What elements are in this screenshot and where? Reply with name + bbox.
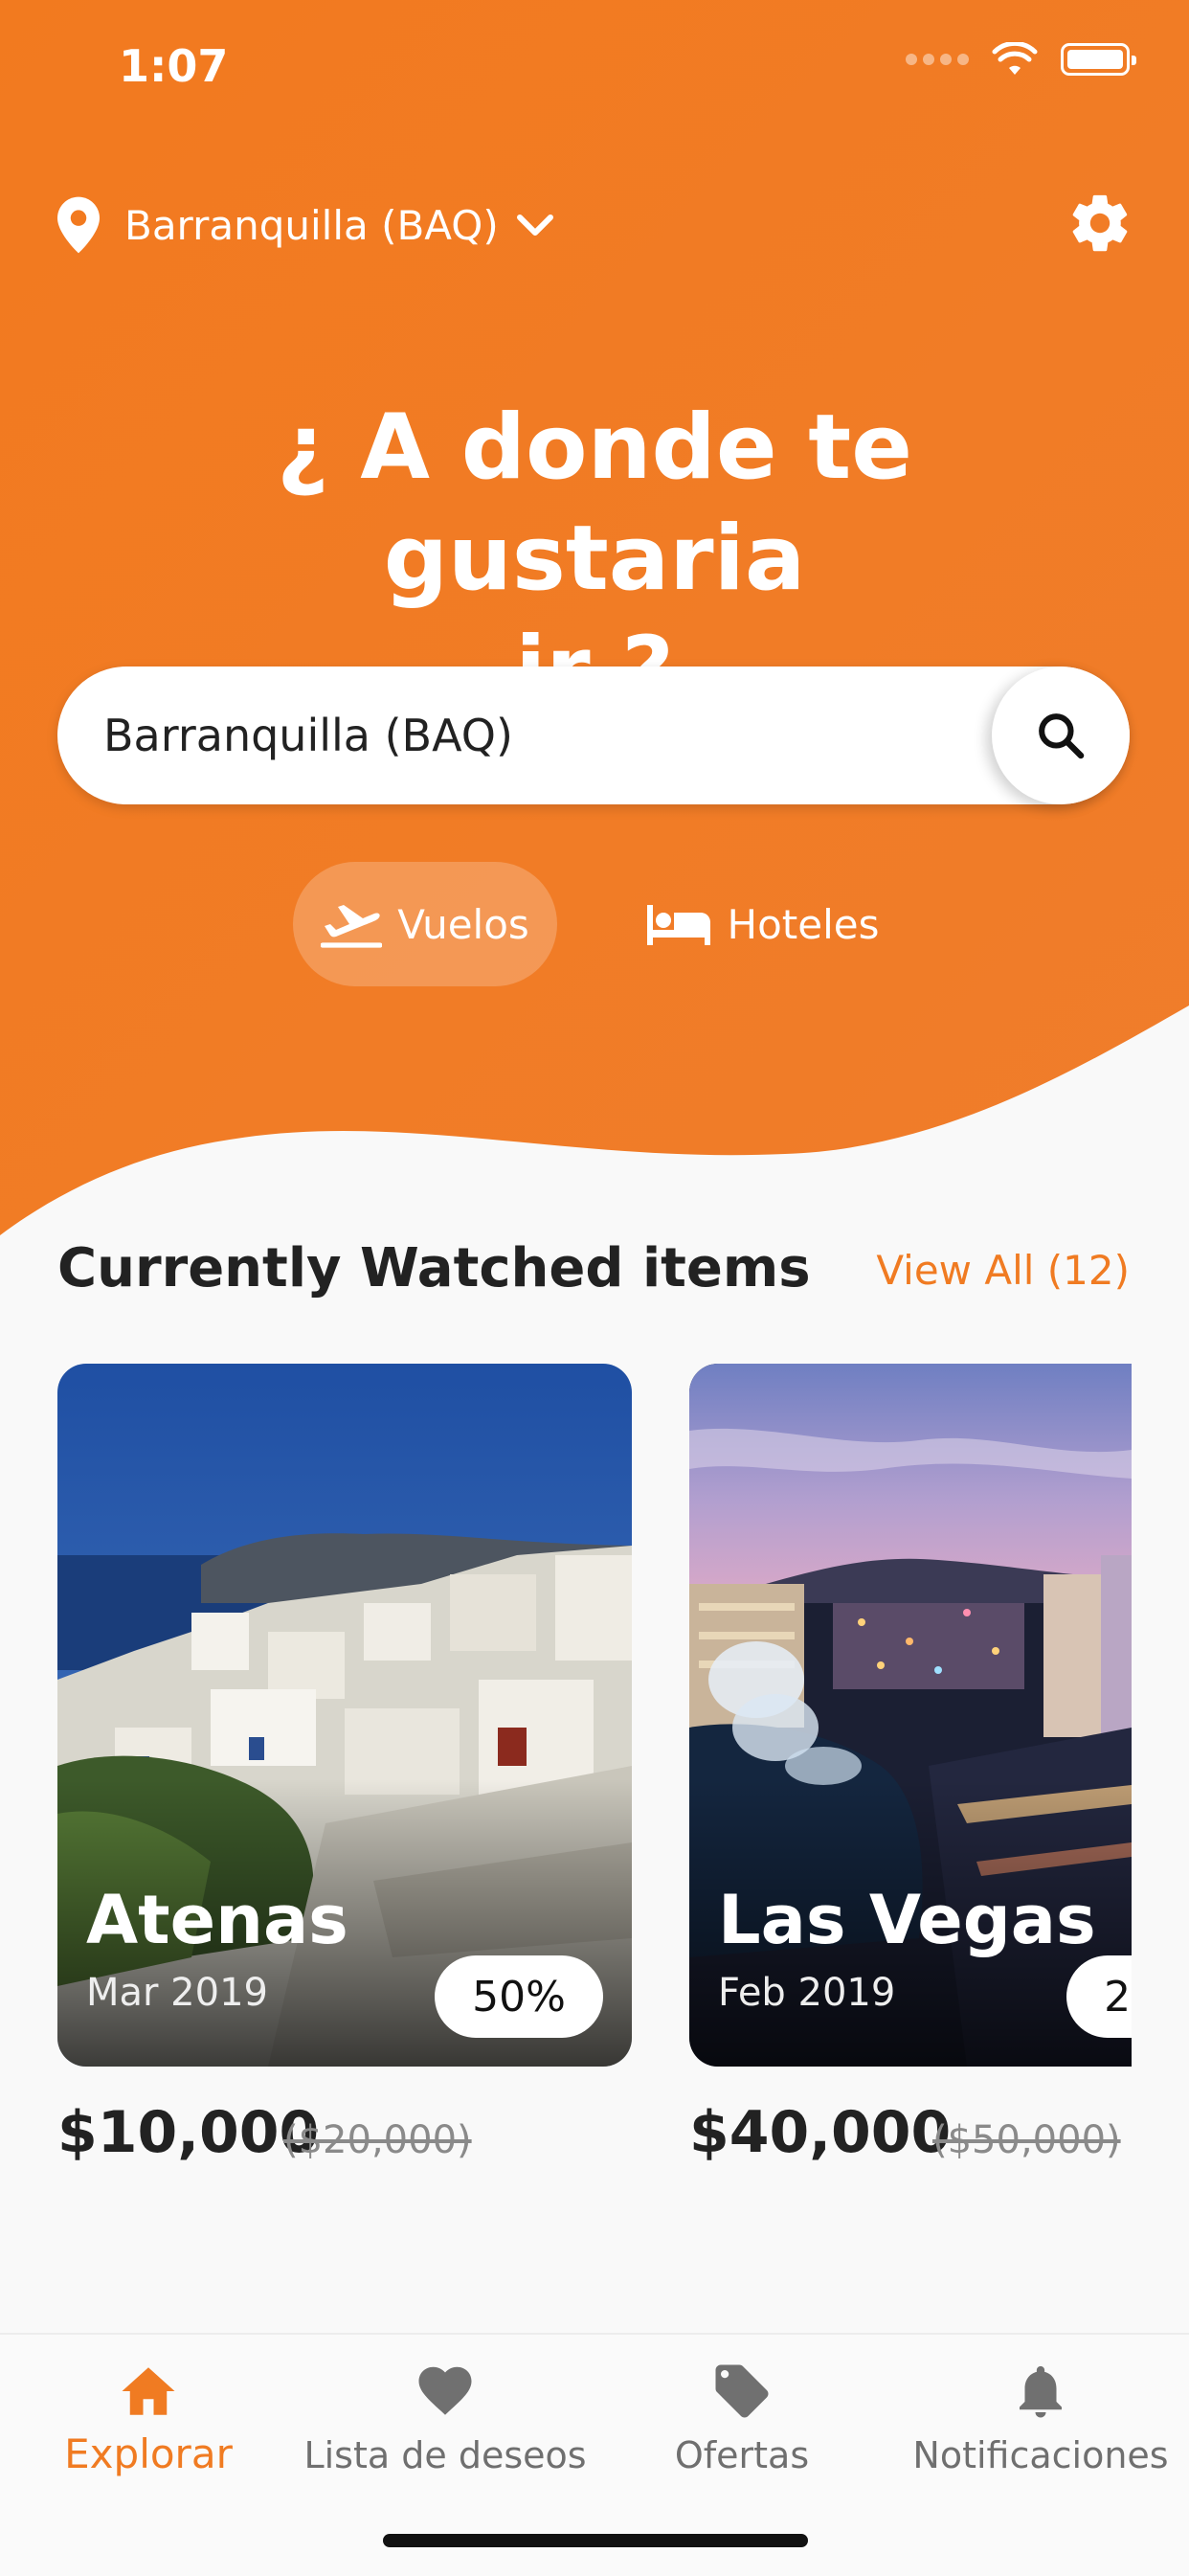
- status-time: 1:07: [119, 40, 229, 92]
- headline-line-1: ¿ A donde te gustaria: [277, 395, 912, 611]
- nav-notificaciones[interactable]: Notificaciones: [892, 2335, 1189, 2526]
- nav-ofertas[interactable]: Ofertas: [594, 2335, 890, 2526]
- chevron-down-icon: [516, 215, 553, 236]
- card-date: Feb 2019: [718, 1971, 896, 2015]
- settings-gear-icon[interactable]: [1066, 190, 1133, 257]
- nav-lista-de-deseos[interactable]: Lista de deseos: [297, 2335, 594, 2526]
- section-title: Currently Watched items: [57, 1237, 811, 1299]
- plane-departure-icon: [321, 905, 383, 948]
- tab-vuelos[interactable]: Vuelos: [293, 862, 557, 986]
- bell-icon: [1020, 2365, 1062, 2418]
- location-label: Barranquilla (BAQ): [124, 201, 499, 249]
- battery-icon: [1061, 43, 1136, 76]
- watched-card-las-vegas[interactable]: Las Vegas Feb 2019 20%: [689, 1364, 1132, 2067]
- card-price: $40,000: [689, 2099, 952, 2166]
- discount-badge: 50%: [435, 1955, 603, 2038]
- home-indicator: [383, 2534, 808, 2547]
- tab-vuelos-label: Vuelos: [397, 900, 529, 948]
- card-city: Atenas: [86, 1881, 348, 1959]
- tab-hoteles-label: Hoteles: [727, 900, 880, 948]
- heart-icon: [418, 2366, 472, 2415]
- location-pin-icon: [57, 196, 100, 254]
- nav-explorar[interactable]: Explorar: [0, 2335, 297, 2526]
- card-price: $10,000: [57, 2099, 320, 2166]
- card-old-price: ($20,000): [283, 2118, 472, 2162]
- location-selector[interactable]: Barranquilla (BAQ): [57, 192, 554, 259]
- status-icons: [906, 42, 1136, 77]
- view-all-link[interactable]: View All (12): [876, 1247, 1130, 1294]
- nav-label: Ofertas: [674, 2434, 810, 2476]
- wifi-icon: [992, 42, 1038, 75]
- search-input[interactable]: [103, 667, 965, 804]
- bed-icon: [646, 905, 710, 945]
- nav-label: Explorar: [64, 2430, 233, 2477]
- search-button[interactable]: [992, 667, 1130, 804]
- card-city: Las Vegas: [718, 1881, 1096, 1959]
- watched-card-atenas[interactable]: Atenas Mar 2019 50%: [57, 1364, 632, 2067]
- card-old-price: ($50,000): [932, 2118, 1121, 2162]
- search-bar: [57, 667, 1130, 804]
- tag-icon: [715, 2364, 769, 2418]
- signal-icon: [906, 54, 969, 65]
- nav-label: Lista de deseos: [303, 2434, 587, 2476]
- home-icon: [122, 2367, 175, 2415]
- nav-label: Notificaciones: [912, 2434, 1169, 2476]
- card-date: Mar 2019: [86, 1971, 268, 2015]
- search-icon: [1039, 713, 1085, 759]
- tab-hoteles[interactable]: Hoteles: [638, 862, 886, 986]
